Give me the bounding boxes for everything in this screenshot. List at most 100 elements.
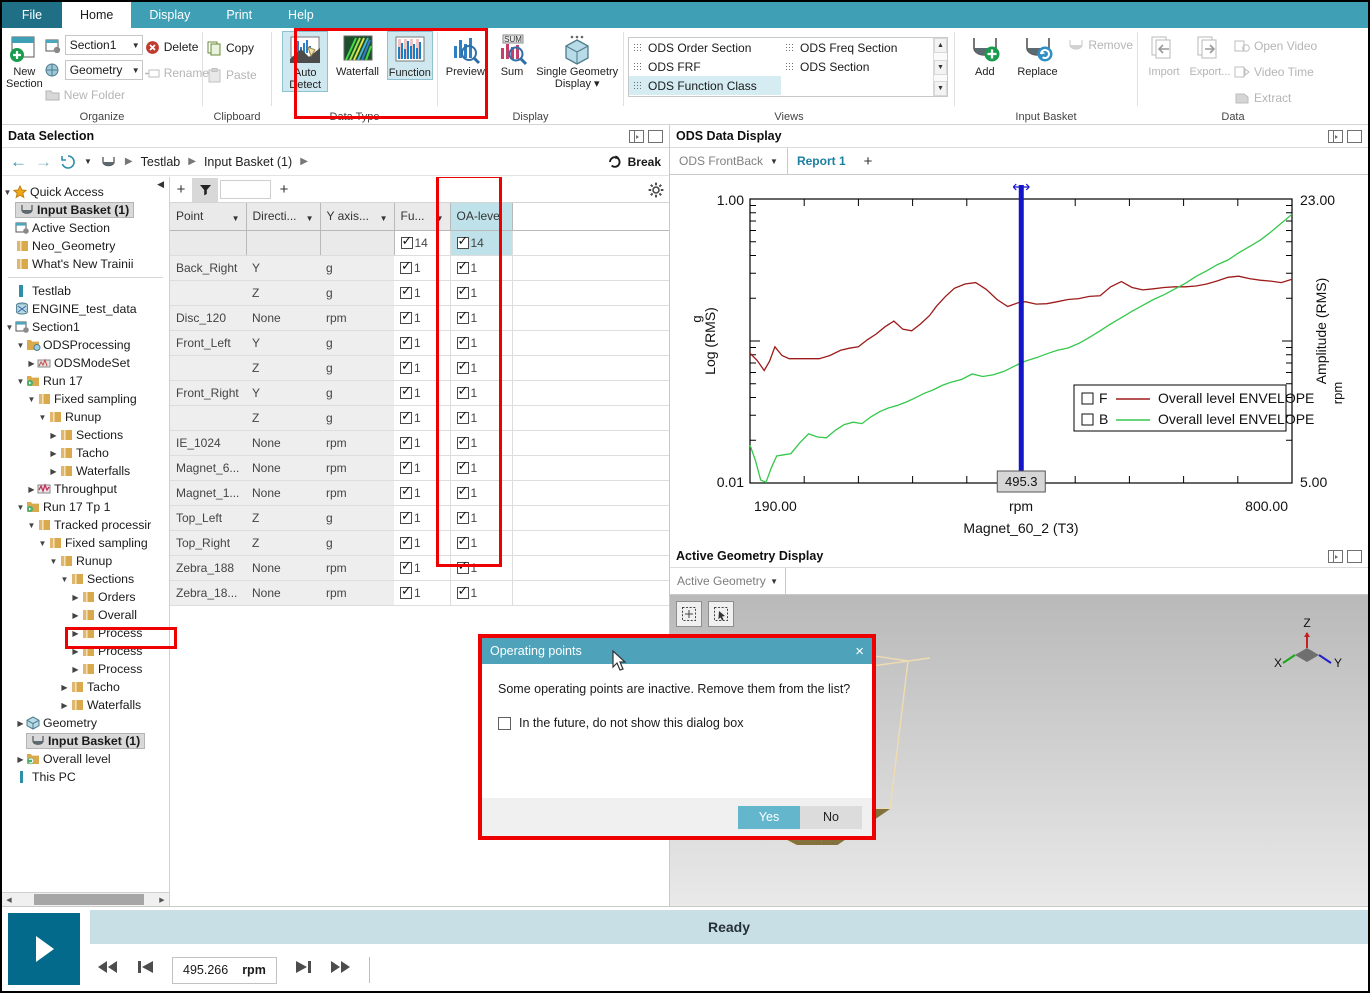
oa-count-cell[interactable]: 14 — [450, 230, 513, 256]
cell-oa-level[interactable]: 1 — [450, 530, 513, 556]
tab-file[interactable]: File — [2, 2, 62, 28]
col-header-yaxis[interactable]: Y axis... ▼ — [320, 203, 395, 231]
cell-oa-level[interactable]: 1 — [450, 405, 513, 431]
section-combo[interactable]: Section1 ▼ — [64, 35, 143, 55]
cell-function[interactable]: 1 — [394, 480, 451, 506]
cell-oa-level[interactable]: 1 — [450, 430, 513, 456]
tree-twisty-icon[interactable]: ▼ — [4, 323, 15, 332]
break-button[interactable]: Break — [607, 154, 661, 169]
checkbox-icon[interactable] — [400, 309, 412, 324]
geometry-combo[interactable]: Geometry ▼ — [64, 60, 143, 80]
delete-button[interactable]: Delete — [145, 36, 209, 58]
cell-function[interactable]: 1 — [394, 405, 451, 431]
tree-twisty-icon[interactable]: ▼ — [26, 521, 37, 530]
view-item-ods-function-class[interactable]: ODS Function Class — [629, 76, 781, 95]
tab-home[interactable]: Home — [62, 2, 132, 28]
add-report-tab-button[interactable]: + — [855, 148, 882, 174]
function-count-cell[interactable]: 14 — [394, 230, 451, 256]
checkbox-icon[interactable] — [456, 309, 469, 324]
tree-twisty-icon[interactable]: ▶ — [48, 467, 59, 476]
cell-oa-level[interactable]: 1 — [450, 280, 513, 306]
history-chevron-icon[interactable]: ▼ — [84, 157, 92, 166]
tree-twisty-icon[interactable]: ▼ — [2, 188, 13, 197]
tree-node-run-17[interactable]: ▼ Run 17 — [2, 372, 169, 390]
tree-twisty-icon[interactable]: ▶ — [59, 701, 70, 710]
table-row[interactable]: IE_1024Nonerpm 1 1 — [170, 430, 669, 456]
view-item-ods-section[interactable]: ODS Section — [781, 57, 933, 76]
rpm-value-field[interactable]: 495.266 rpm — [172, 956, 277, 984]
tree-twisty-icon[interactable]: ▶ — [59, 683, 70, 692]
scroll-expand-icon[interactable]: ▼ — [934, 81, 947, 96]
table-row[interactable]: Top_RightZg 1 1 — [170, 530, 669, 556]
cell-function[interactable]: 1 — [394, 380, 451, 406]
checkbox-icon[interactable] — [456, 484, 469, 499]
replace-button[interactable]: Replace — [1011, 31, 1065, 78]
new-section-button[interactable]: New Section — [6, 31, 43, 90]
table-row[interactable]: Zebra_18...Nonerpm 1 1 — [170, 580, 669, 606]
tree-node-input-basket-1[interactable]: Input Basket (1) — [2, 201, 169, 219]
next-button[interactable] — [293, 959, 313, 981]
checkbox-icon[interactable] — [400, 484, 412, 499]
rewind-button[interactable] — [96, 959, 120, 981]
cell-oa-level[interactable]: 1 — [450, 480, 513, 506]
tree-node-waterfalls[interactable]: ▶ Waterfalls — [2, 462, 169, 480]
scroll-right-icon[interactable]: ▶ — [155, 896, 169, 904]
tree-twisty-icon[interactable]: ▶ — [70, 647, 81, 656]
add-button[interactable]: Add — [963, 31, 1007, 78]
dialog-no-button[interactable]: No — [800, 805, 862, 829]
col-header-point[interactable]: Point ▼ — [170, 203, 247, 231]
table-row[interactable]: Zg 1 1 — [170, 280, 669, 306]
cell-oa-level[interactable]: 1 — [450, 455, 513, 481]
close-icon[interactable]: × — [855, 643, 864, 660]
tree-twisty-icon[interactable]: ▶ — [70, 611, 81, 620]
cell-oa-level[interactable]: 1 — [450, 255, 513, 281]
checkbox-icon[interactable] — [456, 284, 469, 299]
checkbox-icon[interactable] — [400, 284, 412, 299]
cell-function[interactable]: 1 — [394, 555, 451, 581]
tab-report-1[interactable]: Report 1 — [788, 148, 855, 174]
tree-node-overall-level[interactable]: ▶ Overall level — [2, 750, 169, 768]
checkbox-icon[interactable] — [456, 584, 469, 599]
tree-node-fixed-sampling[interactable]: ▼ Fixed sampling — [2, 390, 169, 408]
legend-checkbox-B[interactable] — [1081, 413, 1094, 426]
tree-node-tracked-processir[interactable]: ▼ Tracked processir — [2, 516, 169, 534]
cell-function[interactable]: 1 — [394, 530, 451, 556]
copy-button[interactable]: Copy — [207, 37, 254, 59]
tree-twisty-icon[interactable]: ▶ — [15, 719, 26, 728]
tab-display[interactable]: Display — [131, 2, 208, 28]
tree-twisty-icon[interactable]: ▼ — [26, 395, 37, 404]
scroll-down-icon[interactable]: ▼ — [934, 59, 947, 75]
tree-hscrollbar[interactable]: ◀ ▶ — [2, 892, 169, 906]
sum-button[interactable]: SUM Sum — [491, 31, 534, 78]
checkbox-icon[interactable] — [456, 534, 469, 549]
tree-node-what-s-new-trainii[interactable]: What's New Trainii — [2, 255, 169, 273]
table-row[interactable]: Magnet_1...Nonerpm 1 1 — [170, 480, 669, 506]
tree-node-fixed-sampling[interactable]: ▼ Fixed sampling — [2, 534, 169, 552]
panel-maximize-icon[interactable] — [648, 129, 663, 143]
tree-node-active-section[interactable]: Active Section — [2, 219, 169, 237]
tree-node-odsmodeset[interactable]: ▶ ODSModeSet — [2, 354, 169, 372]
panel-split-icon[interactable] — [1328, 549, 1343, 563]
table-row[interactable]: Front_RightYg 1 1 — [170, 380, 669, 406]
checkbox-icon[interactable] — [498, 716, 511, 730]
view-item-ods-freq-section[interactable]: ODS Freq Section — [781, 38, 933, 57]
checkbox-icon[interactable] — [400, 434, 412, 449]
table-row[interactable]: Front_LeftYg 1 1 — [170, 330, 669, 356]
tab-print[interactable]: Print — [208, 2, 270, 28]
waterfall-button[interactable]: Waterfall — [334, 31, 380, 78]
tree-twisty-icon[interactable]: ▶ — [48, 431, 59, 440]
panel-maximize-icon[interactable] — [1347, 129, 1362, 143]
tree-twisty-icon[interactable]: ▶ — [15, 755, 26, 764]
tree-twisty-icon[interactable]: ▼ — [15, 377, 26, 386]
view-item-ods-order-section[interactable]: ODS Order Section — [629, 38, 781, 57]
views-listbox[interactable]: ODS Order Section ODS FRF ODS Function C… — [628, 37, 948, 97]
checkbox-icon[interactable] — [456, 334, 469, 349]
chart-cursor-line[interactable] — [1018, 185, 1024, 483]
tree-node-run-17-tp-1[interactable]: ▼ Run 17 Tp 1 — [2, 498, 169, 516]
panel-split-icon[interactable] — [1328, 129, 1343, 143]
checkbox-icon[interactable] — [456, 259, 469, 274]
tree-node-process[interactable]: ▶ Process — [2, 642, 169, 660]
tree-twisty-icon[interactable]: ▶ — [70, 593, 81, 602]
tree-node-neo-geometry[interactable]: Neo_Geometry — [2, 237, 169, 255]
add-filter-button[interactable]: + — [273, 181, 295, 198]
